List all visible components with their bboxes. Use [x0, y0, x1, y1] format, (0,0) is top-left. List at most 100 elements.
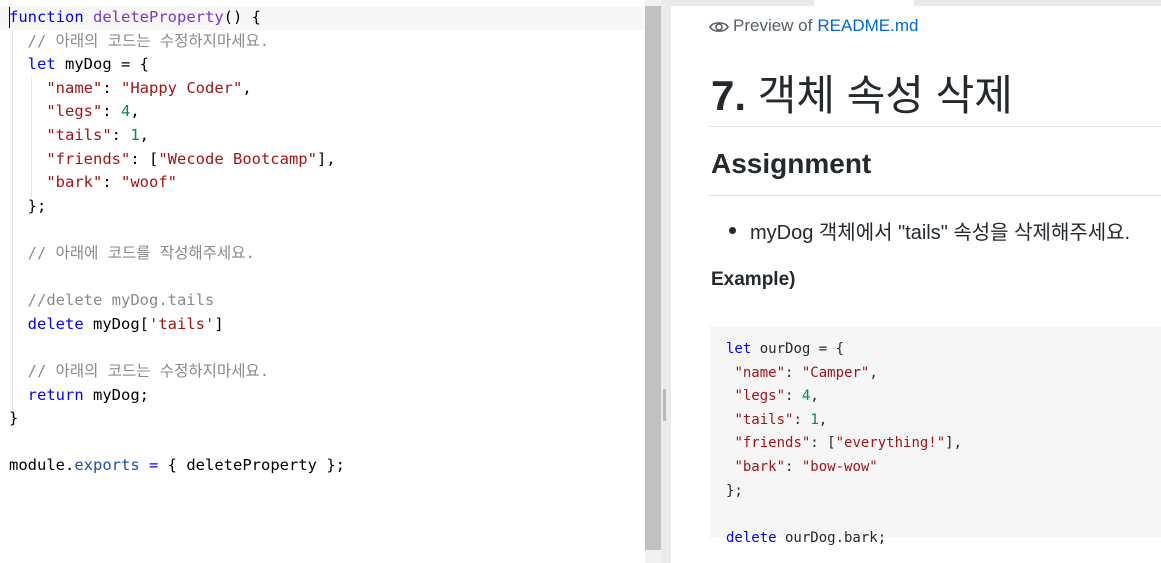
code-token: return — [27, 385, 84, 404]
splitter-grip-handle[interactable] — [663, 389, 666, 421]
code-token: , — [242, 78, 252, 97]
code-token: delete — [27, 314, 84, 333]
code-token: deleteProperty — [93, 8, 224, 26]
code-token: , — [130, 102, 140, 121]
code-line: "friends": ["Wecode Bootcamp"], — [9, 148, 345, 172]
code-token: "name" — [734, 364, 786, 381]
example-code-line — [726, 503, 962, 527]
code-token: = — [149, 456, 159, 475]
code-token: : — [785, 458, 802, 475]
code-line: }; — [9, 195, 345, 219]
eye-icon — [709, 19, 729, 33]
code-line: } — [9, 407, 345, 431]
code-token: "tails" — [734, 411, 794, 428]
code-token: "tails" — [46, 125, 112, 144]
code-token: : — [785, 364, 802, 381]
active-tab-indicator[interactable] — [814, 0, 914, 6]
code-token: : — [102, 173, 121, 192]
code-token: ourDog.bark; — [776, 529, 887, 546]
title-text: 객체 속성 삭제 — [757, 72, 1013, 119]
title-number: 7. — [711, 72, 747, 119]
code-editor[interactable]: function deleteProperty() { // 아래의 코드는 수… — [0, 0, 645, 563]
example-code-line: "friends": ["everything!"], — [726, 432, 962, 456]
code-token: myDog = { — [55, 55, 149, 74]
code-token: "bark" — [734, 458, 786, 475]
code-token: : [ — [130, 149, 159, 168]
code-token: 1 — [130, 125, 140, 144]
code-token: myDog[ — [83, 314, 149, 333]
code-line: //delete myDog.tails — [9, 289, 345, 313]
code-token: 1 — [810, 411, 819, 428]
code-line: delete myDog['tails'] — [9, 313, 345, 337]
heading-divider — [709, 195, 1161, 196]
code-token: exports — [74, 456, 140, 475]
readme-file-link[interactable]: README.md — [817, 16, 918, 36]
preview-label: Preview of — [733, 16, 813, 35]
code-token: function — [9, 8, 84, 26]
code-line: "legs": 4, — [9, 100, 345, 124]
heading-divider — [709, 126, 1161, 127]
code-token: "legs" — [734, 388, 786, 405]
section-heading: Assignment — [711, 148, 872, 179]
code-token: : — [111, 125, 131, 144]
code-token: } — [9, 409, 19, 428]
code-token: , — [818, 411, 828, 428]
code-token: "friends" — [46, 149, 131, 168]
code-line: // 아래의 코드는 수정하지마세요. — [9, 30, 345, 54]
code-token: delete — [726, 529, 777, 546]
bullet-icon — [729, 227, 736, 234]
code-token: "name" — [46, 78, 103, 97]
code-token: module. — [9, 456, 75, 475]
example-code-line: delete ourDog.bark; — [726, 527, 962, 551]
example-code-line: let ourDog = { — [726, 338, 962, 362]
code-token: let — [27, 55, 56, 74]
example-code-line: "bark": "bow-wow" — [726, 456, 962, 480]
code-token: "everything!" — [835, 435, 946, 452]
code-token: ], — [316, 149, 336, 168]
preview-header: Preview of README.md — [709, 16, 918, 36]
list-item-text: myDog 객체에서 "tails" 속성을 삭제해주세요. — [750, 222, 1131, 244]
code-line: module.exports = { deleteProperty }; — [9, 454, 345, 478]
code-token: myDog; — [83, 385, 149, 404]
code-token: "friends" — [734, 435, 811, 452]
code-content[interactable]: function deleteProperty() { // 아래의 코드는 수… — [9, 6, 345, 478]
tab-strip — [671, 0, 1161, 6]
example-code-line: "legs": 4, — [726, 385, 962, 409]
example-code-content: let ourDog = { "name": "Camper", "legs":… — [726, 338, 962, 550]
list-item: myDog 객체에서 "tails" 속성을 삭제해주세요. — [729, 216, 1130, 245]
code-token: let — [726, 341, 752, 357]
code-token: // 아래의 코드는 수정하지마세요. — [27, 31, 270, 50]
code-token: "bark" — [46, 173, 103, 192]
code-token: ourDog = { — [751, 341, 845, 357]
code-token: ] — [214, 314, 224, 333]
code-token: , — [139, 125, 150, 144]
code-line: // 아래에 코드를 작성해주세요. — [9, 242, 345, 266]
code-token: }; — [726, 482, 743, 499]
code-token: () { — [223, 8, 261, 26]
editor-scrollbar-thumb[interactable] — [645, 6, 661, 550]
code-line: "bark": "woof" — [9, 171, 345, 195]
code-token: : — [102, 78, 121, 97]
code-token: : [ — [810, 435, 836, 452]
code-line: let myDog = { — [9, 53, 345, 77]
example-code-line: "name": "Camper", — [726, 362, 962, 386]
code-token: , — [869, 364, 878, 381]
code-line: return myDog; — [9, 384, 345, 408]
code-token: { deleteProperty }; — [158, 456, 345, 475]
code-token: "legs" — [46, 102, 103, 121]
pane-splitter[interactable] — [661, 0, 671, 563]
